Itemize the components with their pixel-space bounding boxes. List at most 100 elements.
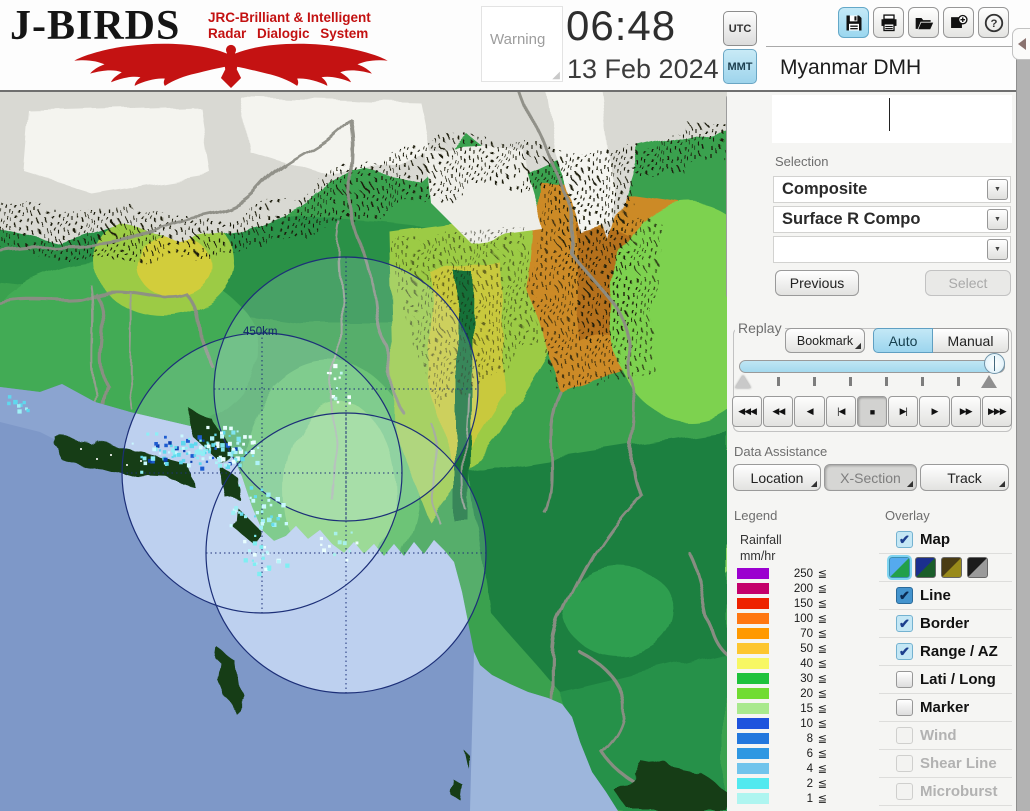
map-style-2[interactable] [915,557,936,578]
slider-tick [957,377,960,386]
overlay-item-line[interactable]: ✔ Line [879,582,1012,610]
legend-color-swatch [737,568,769,579]
checkbox[interactable] [896,671,913,688]
overlay-item-label: Lati / Long [920,671,996,688]
help-icon: ? [984,13,1003,32]
chevron-down-icon[interactable]: ▼ [987,209,1008,230]
legend-title-line2: mm/hr [740,549,776,563]
track-button[interactable]: Track ◢ [920,464,1009,491]
svg-text:?: ? [990,18,997,30]
less-equal-icon: ≦ [817,643,827,655]
overlay-item-shear-line: Shear Line [879,750,1012,778]
legend-row: 6 ≦ [735,746,827,761]
panel-scroll-strip[interactable] [1016,56,1030,811]
legend-row: 40 ≦ [735,656,827,671]
panel-collapse-tab[interactable] [1012,28,1030,60]
legend-value: 150 [793,597,813,610]
legend-color-swatch [737,688,769,699]
map-style-4[interactable] [967,557,988,578]
station-list-box[interactable] [772,95,1012,143]
legend-row: 20 ≦ [735,686,827,701]
warning-dropdown[interactable]: Warning ◢ [481,6,563,82]
fast-forward-button[interactable]: ▶▶ [950,396,981,427]
overlay-item-border[interactable]: ✔ Border [879,610,1012,638]
legend-color-swatch [737,748,769,759]
playback-controls: ◀◀◀ ◀◀ ◀ |◀ ■ ▶| ▶ ▶▶ ▶▶▶ [732,396,1012,427]
stop-button[interactable]: ■ [856,396,888,427]
legend-color-swatch [737,613,769,624]
play-button[interactable]: ▶ [919,396,950,427]
map-style-swatches [879,554,1012,582]
checkbox [896,755,913,772]
dropdown-category[interactable]: Composite ▼ [773,176,1011,203]
legend-title-line1: Rainfall [740,533,782,547]
legend-row: 1 ≦ [735,791,827,806]
overlay-item-label: Line [920,587,951,604]
legend-color-swatch [737,673,769,684]
previous-button[interactable]: Previous [775,270,859,296]
replay-slider-thumb[interactable] [984,353,1005,374]
location-button[interactable]: Location ◢ [733,464,821,491]
legend-color-swatch [737,763,769,774]
jump-to-end-button[interactable]: ▶▶▶ [981,396,1012,427]
toolbar-separator [766,46,1014,47]
step-back-button[interactable]: |◀ [825,396,856,427]
less-equal-icon: ≦ [817,658,827,670]
open-folder-icon [915,17,933,29]
overlay-item-marker[interactable]: Marker [879,694,1012,722]
checkbox[interactable]: ✔ [896,531,913,548]
jump-to-start-button[interactable]: ◀◀◀ [732,396,763,427]
slider-start-marker[interactable] [735,375,751,388]
map-style-3[interactable] [941,557,962,578]
chevron-down-icon[interactable]: ▼ [987,239,1008,260]
overlay-section-label: Overlay [885,508,930,523]
play-backward-button[interactable]: ◀ [794,396,825,427]
logo-subtitle-line1: JRC-Brilliant & Intelligent [208,10,371,25]
capture-button[interactable] [943,7,974,38]
fast-rewind-button[interactable]: ◀◀ [763,396,794,427]
checkbox[interactable]: ✔ [896,615,913,632]
save-button[interactable] [838,7,869,38]
corner-arrow-icon: ◢ [906,479,913,488]
chevron-down-icon[interactable]: ▼ [987,179,1008,200]
auto-mode-button[interactable]: Auto [873,328,933,353]
checkbox[interactable]: ✔ [896,587,913,604]
overlay-item-label: Marker [920,699,970,716]
legend-color-swatch [737,718,769,729]
legend-row: 200 ≦ [735,581,827,596]
eagle-logo-icon [74,43,388,88]
legend-color-swatch [737,598,769,609]
manual-mode-button[interactable]: Manual [933,328,1009,353]
overlay-item-range-az[interactable]: ✔ Range / AZ [879,638,1012,666]
checkbox[interactable] [896,699,913,716]
print-button[interactable] [873,7,904,38]
utc-button[interactable]: UTC [723,11,757,46]
legend-value: 2 [806,777,813,790]
corner-arrow-icon: ◢ [810,479,817,488]
legend-value: 8 [806,732,813,745]
dropdown-product-value: Surface R Compo [782,210,921,228]
overlay-item-lati-long[interactable]: Lati / Long [879,666,1012,694]
radar-map[interactable]: 450km [0,82,770,811]
checkbox[interactable]: ✔ [896,643,913,660]
less-equal-icon: ≦ [817,628,827,640]
overlay-item-wind: Wind [879,722,1012,750]
dropdown-option[interactable]: ▼ [773,236,1011,263]
legend-value: 200 [793,582,813,595]
step-forward-button[interactable]: ▶| [888,396,919,427]
slider-end-marker[interactable] [981,375,997,388]
replay-slider-track[interactable] [739,360,1005,373]
clock-date: 13 Feb 2024 [567,54,719,84]
open-folder-button[interactable] [908,7,939,38]
select-button[interactable]: Select [925,270,1011,296]
bookmark-button[interactable]: Bookmark ◢ [785,328,865,353]
dropdown-product[interactable]: Surface R Compo ▼ [773,206,1011,233]
overlay-item-label: Range / AZ [920,643,998,660]
help-button[interactable]: ? [978,7,1009,38]
overlay-item-map[interactable]: ✔ Map [879,526,1012,554]
map-style-1[interactable] [889,557,910,578]
checkbox [896,783,913,800]
mmt-button[interactable]: MMT [723,49,757,84]
less-equal-icon: ≦ [817,688,827,700]
x-section-button[interactable]: X-Section ◢ [824,464,917,491]
